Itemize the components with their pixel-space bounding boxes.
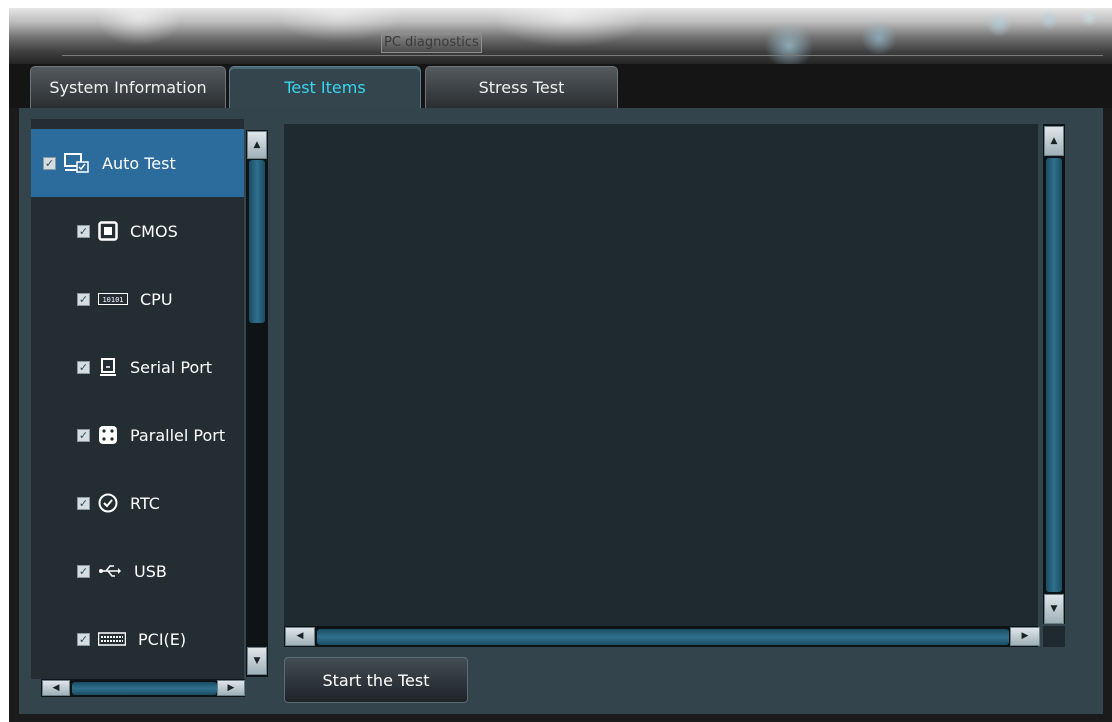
scrollbar-corner: [1043, 626, 1065, 647]
output-scroll-down-button[interactable]: ▼: [1044, 594, 1064, 624]
checkbox[interactable]: ✓: [77, 496, 90, 510]
output-hscroll-thumb[interactable]: [317, 629, 1009, 645]
list-hscroll-thumb[interactable]: [72, 682, 217, 695]
list-item-cmos[interactable]: ✓ CMOS: [31, 197, 244, 265]
monitor-check-icon: [64, 152, 90, 174]
tab-test-items[interactable]: Test Items: [229, 66, 421, 108]
output-scroll-left-button[interactable]: ◀: [285, 627, 315, 646]
start-test-button[interactable]: Start the Test: [284, 657, 468, 703]
output-scroll-right-button[interactable]: ▶: [1010, 627, 1040, 646]
test-item-list: ✓ Auto Test ✓ CMOS ✓ 10101 CPU ✓ Serial …: [31, 119, 244, 679]
parallel-port-icon: [98, 425, 118, 445]
output-scroll-up-button[interactable]: ▲: [1044, 126, 1064, 156]
test-output-area[interactable]: [284, 124, 1038, 628]
checkbox[interactable]: ✓: [77, 428, 90, 442]
pci-slot-icon: [98, 632, 126, 646]
checkbox[interactable]: ✓: [77, 292, 90, 306]
output-scroll-thumb[interactable]: [1046, 158, 1062, 592]
svg-text:10101: 10101: [102, 296, 123, 304]
binary-bar-icon: 10101: [98, 293, 128, 305]
list-item-label: USB: [134, 561, 167, 581]
list-item-label: PCI(E): [138, 629, 187, 649]
clock-icon: [98, 493, 118, 513]
tab-system-information[interactable]: System Information: [30, 66, 226, 108]
scroll-right-button[interactable]: ▶: [217, 680, 245, 696]
chip-icon: [98, 221, 118, 241]
scroll-down-button[interactable]: ▼: [247, 647, 267, 675]
tab-stress-test[interactable]: Stress Test: [425, 66, 618, 108]
checkbox[interactable]: ✓: [77, 564, 90, 578]
checkbox[interactable]: ✓: [77, 632, 90, 646]
list-item-label: Auto Test: [102, 153, 176, 173]
usb-icon: [98, 563, 122, 579]
serial-port-icon: [98, 357, 118, 377]
list-item-parallel-port[interactable]: ✓ Parallel Port: [31, 401, 244, 469]
list-item-label: CMOS: [130, 221, 178, 241]
list-item-serial-port[interactable]: ✓ Serial Port: [31, 333, 244, 401]
list-item-label: RTC: [130, 493, 160, 513]
list-item-label: Parallel Port: [130, 425, 226, 445]
checkbox[interactable]: ✓: [77, 360, 90, 374]
title-divider: [62, 55, 1103, 56]
list-item-label: CPU: [140, 289, 173, 309]
window-title: PC diagnostics: [381, 32, 482, 53]
scroll-left-button[interactable]: ◀: [42, 680, 70, 696]
scroll-up-button[interactable]: ▲: [247, 131, 267, 159]
list-item-usb[interactable]: ✓ USB: [31, 537, 244, 605]
list-item-cpu[interactable]: ✓ 10101 CPU: [31, 265, 244, 333]
list-item-pci[interactable]: ✓ PCI(E): [31, 605, 244, 673]
list-scroll-thumb[interactable]: [249, 160, 265, 323]
list-item-rtc[interactable]: ✓ RTC: [31, 469, 244, 537]
checkbox[interactable]: ✓: [77, 224, 90, 238]
list-item-auto-test[interactable]: ✓ Auto Test: [31, 129, 244, 197]
list-item-label: Serial Port: [130, 357, 213, 377]
checkbox[interactable]: ✓: [43, 156, 56, 170]
